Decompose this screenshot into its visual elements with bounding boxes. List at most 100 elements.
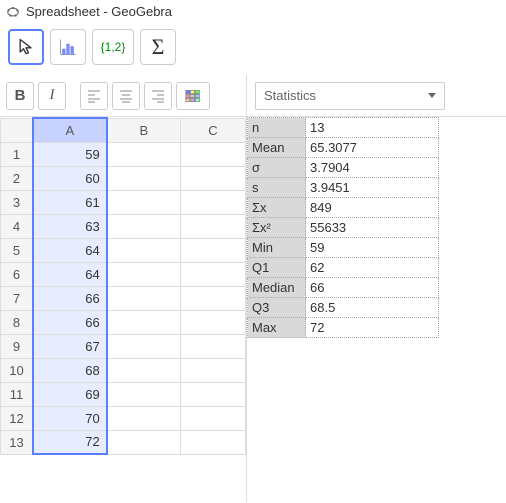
row-header[interactable]: 8	[1, 310, 34, 334]
stats-row: Mean65.3077	[248, 138, 439, 158]
row-header[interactable]: 12	[1, 406, 34, 430]
row-header[interactable]: 2	[1, 166, 34, 190]
cell[interactable]: 64	[33, 238, 107, 262]
cell[interactable]: 64	[33, 262, 107, 286]
stats-label: Q3	[248, 298, 306, 318]
stats-label: n	[248, 118, 306, 138]
cell[interactable]	[107, 382, 181, 406]
stats-value: 849	[306, 198, 439, 218]
table-row: 866	[1, 310, 246, 334]
row-header[interactable]: 3	[1, 190, 34, 214]
cell[interactable]: 63	[33, 214, 107, 238]
table-row: 159	[1, 142, 246, 166]
cell[interactable]	[180, 262, 245, 286]
stats-value: 13	[306, 118, 439, 138]
cell[interactable]	[180, 430, 245, 454]
cell[interactable]	[107, 214, 181, 238]
table-row: 664	[1, 262, 246, 286]
stats-label: Σx	[248, 198, 306, 218]
stats-row: Q162	[248, 258, 439, 278]
cell[interactable]: 72	[33, 430, 107, 454]
window-title: Spreadsheet - GeoGebra	[26, 4, 172, 19]
stats-row: Median66	[248, 278, 439, 298]
stats-label: Max	[248, 318, 306, 338]
cell[interactable]	[180, 334, 245, 358]
cell[interactable]	[180, 190, 245, 214]
cell[interactable]	[107, 406, 181, 430]
cell[interactable]	[107, 190, 181, 214]
stats-value: 59	[306, 238, 439, 258]
align-left-button[interactable]	[80, 82, 108, 110]
cell[interactable]	[180, 382, 245, 406]
table-row: 967	[1, 334, 246, 358]
cell[interactable]: 59	[33, 142, 107, 166]
cell[interactable]	[180, 142, 245, 166]
row-header[interactable]: 13	[1, 430, 34, 454]
spreadsheet-panel: B I	[0, 75, 247, 502]
cell[interactable]: 69	[33, 382, 107, 406]
spreadsheet-grid[interactable]: A B C 1592603614635646647668669671068116…	[0, 117, 246, 455]
cell[interactable]	[180, 214, 245, 238]
row-header[interactable]: 7	[1, 286, 34, 310]
statistics-dropdown-label: Statistics	[264, 88, 316, 103]
table-row: 361	[1, 190, 246, 214]
cell[interactable]	[180, 238, 245, 262]
table-row: 463	[1, 214, 246, 238]
stats-row: n13	[248, 118, 439, 138]
cell[interactable]: 66	[33, 286, 107, 310]
table-row: 1372	[1, 430, 246, 454]
column-header-B[interactable]: B	[107, 118, 181, 142]
list-tool-label: {1,2}	[101, 40, 126, 54]
row-header[interactable]: 5	[1, 238, 34, 262]
sum-tool[interactable]: Σ	[140, 29, 176, 65]
one-variable-analysis-tool[interactable]	[50, 29, 86, 65]
cell[interactable]: 68	[33, 358, 107, 382]
row-header[interactable]: 4	[1, 214, 34, 238]
row-header[interactable]: 1	[1, 142, 34, 166]
align-center-button[interactable]	[112, 82, 140, 110]
cell[interactable]	[107, 238, 181, 262]
format-toolbar: B I	[0, 75, 246, 117]
cell[interactable]	[180, 310, 245, 334]
row-header[interactable]: 6	[1, 262, 34, 286]
statistics-toolbar: Statistics	[247, 75, 506, 117]
cell[interactable]	[180, 406, 245, 430]
cell[interactable]: 66	[33, 310, 107, 334]
geogebra-icon	[6, 5, 20, 19]
cell[interactable]	[180, 166, 245, 190]
table-row: 1169	[1, 382, 246, 406]
move-tool[interactable]	[8, 29, 44, 65]
stats-row: σ3.7904	[248, 158, 439, 178]
cell[interactable]	[107, 334, 181, 358]
row-header[interactable]: 9	[1, 334, 34, 358]
cell[interactable]: 70	[33, 406, 107, 430]
corner-cell[interactable]	[1, 118, 34, 142]
row-header[interactable]: 10	[1, 358, 34, 382]
column-header-A[interactable]: A	[33, 118, 107, 142]
stats-value: 72	[306, 318, 439, 338]
background-color-button[interactable]	[176, 82, 210, 110]
cell[interactable]	[107, 142, 181, 166]
chevron-down-icon	[428, 93, 436, 98]
italic-button[interactable]: I	[38, 82, 66, 110]
list-tool[interactable]: {1,2}	[92, 29, 134, 65]
column-header-C[interactable]: C	[180, 118, 245, 142]
cell[interactable]	[180, 286, 245, 310]
cell[interactable]: 60	[33, 166, 107, 190]
cell[interactable]	[107, 286, 181, 310]
cell[interactable]: 61	[33, 190, 107, 214]
cell[interactable]	[180, 358, 245, 382]
titlebar: Spreadsheet - GeoGebra	[0, 0, 506, 23]
stats-label: Median	[248, 278, 306, 298]
align-right-button[interactable]	[144, 82, 172, 110]
cell[interactable]	[107, 358, 181, 382]
stats-row: Min59	[248, 238, 439, 258]
cell[interactable]: 67	[33, 334, 107, 358]
cell[interactable]	[107, 166, 181, 190]
cell[interactable]	[107, 262, 181, 286]
cell[interactable]	[107, 430, 181, 454]
row-header[interactable]: 11	[1, 382, 34, 406]
statistics-dropdown[interactable]: Statistics	[255, 82, 445, 110]
bold-button[interactable]: B	[6, 82, 34, 110]
cell[interactable]	[107, 310, 181, 334]
